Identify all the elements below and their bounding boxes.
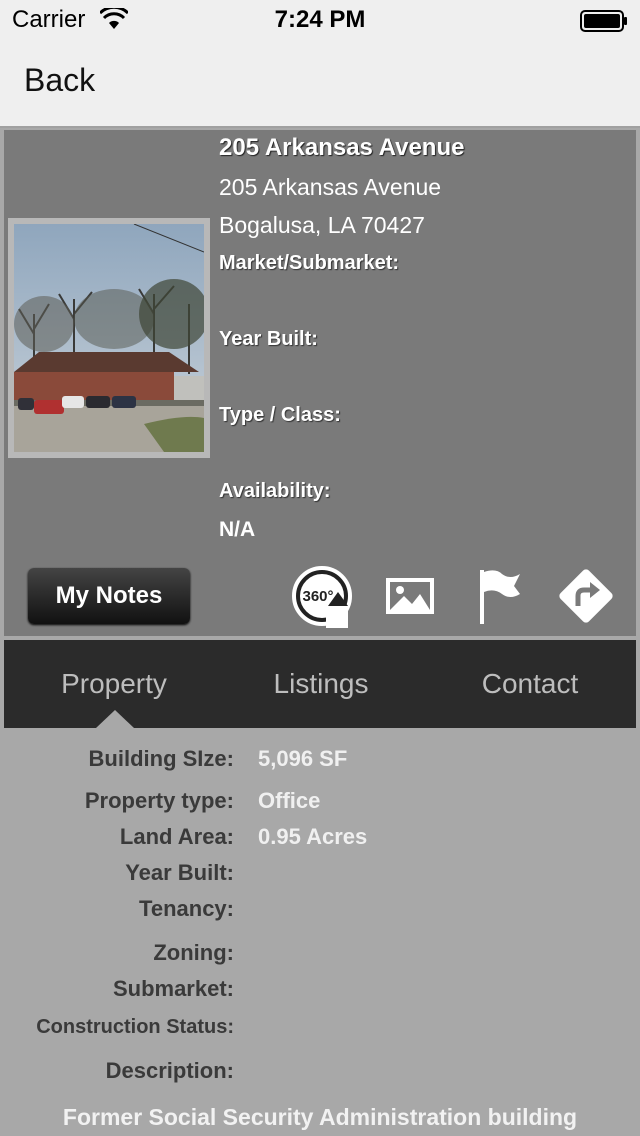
detail-value: Office — [258, 788, 321, 813]
property-summary-panel: 205 Arkansas Avenue 205 Arkansas Avenue … — [4, 130, 636, 636]
photo-gallery-button[interactable] — [378, 564, 442, 628]
detail-label: Tenancy: — [139, 896, 234, 921]
property-title: 205 Arkansas Avenue — [219, 134, 465, 161]
availability-label: Availability: — [219, 480, 331, 502]
view-360-text: 360° — [302, 588, 333, 605]
photo-gallery-icon — [386, 578, 434, 614]
detail-label: Year Built: — [125, 860, 234, 885]
section-tab-bar: Property Listings Contact — [4, 640, 636, 728]
detail-label: Building SIze: — [88, 746, 234, 771]
availability-value: N/A — [219, 518, 256, 541]
detail-label: Description: — [105, 1058, 234, 1083]
property-details-panel: Building SIze: 5,096 SF Property type: O… — [0, 730, 640, 1136]
view-360-icon: 360° — [292, 566, 352, 628]
detail-label: Land Area: — [119, 824, 234, 849]
detail-label: Property type: — [84, 788, 234, 813]
description-text: Former Social Security Administration bu… — [62, 1104, 578, 1130]
flag-button[interactable] — [466, 564, 530, 628]
battery-icon — [580, 10, 627, 32]
property-photo[interactable] — [8, 218, 210, 458]
year-built-label: Year Built: — [219, 328, 318, 350]
selected-tab-indicator — [96, 710, 134, 728]
status-bar: Carrier 7:24 PM — [0, 0, 640, 40]
flag-icon — [480, 570, 520, 624]
address-line-1: 205 Arkansas Avenue — [219, 174, 442, 200]
building-photo-image — [14, 224, 204, 452]
detail-value: 5,096 SF — [258, 746, 348, 771]
view-360-button[interactable]: 360° — [290, 564, 354, 628]
directions-icon — [559, 569, 613, 623]
detail-label: Construction Status: — [36, 1016, 234, 1038]
tab-listings[interactable]: Listings — [214, 640, 428, 728]
address-line-2: Bogalusa, LA 70427 — [219, 212, 425, 238]
detail-value: 0.95 Acres — [258, 824, 368, 849]
market-submarket-label: Market/Submarket: — [219, 252, 400, 274]
directions-button[interactable] — [554, 564, 618, 628]
detail-label: Zoning: — [153, 940, 234, 965]
my-notes-button[interactable]: My Notes — [28, 568, 190, 624]
tab-contact[interactable]: Contact — [424, 640, 636, 728]
detail-label: Submarket: — [112, 976, 234, 1001]
status-time: 7:24 PM — [274, 6, 366, 33]
back-button[interactable]: Back — [24, 62, 95, 99]
type-class-label: Type / Class: — [219, 404, 341, 426]
navigation-bar: Back — [0, 40, 640, 128]
